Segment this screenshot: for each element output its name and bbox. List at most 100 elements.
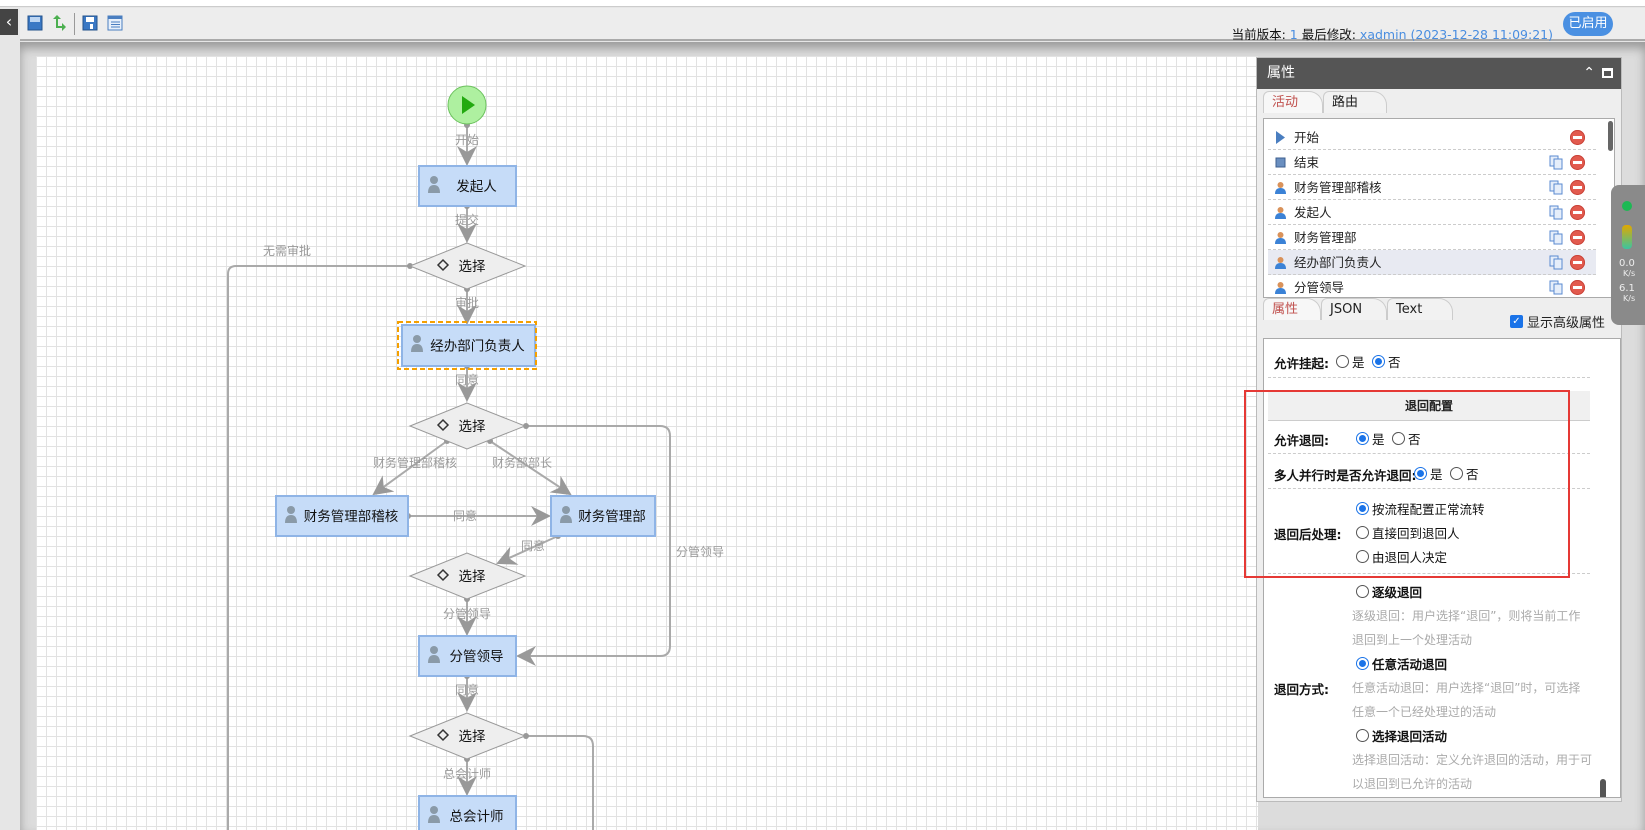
- collapse-icon[interactable]: ⌃: [1583, 58, 1595, 89]
- node-label: 分管领导: [450, 649, 504, 665]
- activity-node-dept-head[interactable]: 经办部门负责人: [401, 324, 536, 367]
- activity-node-finance-audit[interactable]: 财务管理部稽核: [275, 495, 409, 537]
- allow-suspend-no[interactable]: 否: [1372, 352, 1401, 371]
- radio[interactable]: [1356, 585, 1369, 598]
- radio[interactable]: [1356, 729, 1369, 742]
- node-label: 财务管理部: [578, 509, 646, 525]
- user-icon: [1275, 257, 1286, 269]
- copy-icon[interactable]: [1549, 205, 1564, 220]
- edge-label: 同意: [453, 508, 477, 523]
- collapse-sidebar-button[interactable]: ‹: [0, 9, 18, 35]
- tab-json[interactable]: JSON: [1321, 298, 1387, 320]
- activity-node-finance[interactable]: 财务管理部: [550, 495, 656, 537]
- tab-routes[interactable]: 路由: [1323, 91, 1387, 113]
- version-info: 当前版本: 1 最后修改: xadmin (2023-12-28 11:09:2…: [1232, 24, 1553, 43]
- option-label: 任意活动退回: [1372, 657, 1448, 672]
- panel-header: 属性 ⌃: [1257, 58, 1621, 89]
- radio[interactable]: [1356, 657, 1369, 670]
- remove-icon[interactable]: [1570, 155, 1585, 170]
- publish-icon[interactable]: [51, 15, 67, 31]
- choice-gateway[interactable]: 选择: [408, 552, 527, 600]
- copy-icon[interactable]: [1549, 280, 1564, 295]
- activity-node-initiator[interactable]: 发起人: [418, 165, 517, 207]
- user-icon: [1275, 282, 1286, 294]
- choice-gateway[interactable]: 选择: [408, 242, 527, 290]
- radio[interactable]: [1372, 355, 1385, 368]
- activity-list-item[interactable]: 开始: [1268, 125, 1596, 150]
- save-as-icon[interactable]: [82, 15, 98, 31]
- tab-text[interactable]: Text: [1387, 298, 1453, 320]
- return-mode-label: 退回方式:: [1274, 682, 1329, 697]
- tab-properties[interactable]: 属性: [1263, 298, 1321, 320]
- edge-label: 同意: [455, 682, 479, 697]
- edge-no-approval[interactable]: [227, 265, 410, 830]
- remove-icon[interactable]: [1570, 280, 1585, 295]
- remove-icon[interactable]: [1570, 180, 1585, 195]
- remove-icon[interactable]: [1570, 130, 1585, 145]
- node-label: 经办部门负责人: [430, 339, 525, 355]
- return-mode-option[interactable]: 逐级退回: [1356, 582, 1422, 601]
- edge-label: 财务管理部稽核: [373, 455, 457, 470]
- copy-icon[interactable]: [1549, 230, 1564, 245]
- modified-by: xadmin: [1359, 27, 1407, 42]
- list-icon[interactable]: [107, 15, 123, 31]
- version-number: 1: [1289, 27, 1298, 42]
- copy-icon[interactable]: [1549, 155, 1564, 170]
- node-label: 财务管理部稽核: [304, 509, 399, 525]
- allow-suspend-yes[interactable]: 是: [1336, 352, 1365, 371]
- toolbar-separator: [74, 13, 75, 35]
- user-icon: [1275, 232, 1286, 244]
- remove-icon[interactable]: [1570, 230, 1585, 245]
- activity-list-item[interactable]: 经办部门负责人: [1268, 250, 1596, 275]
- workflow-canvas[interactable]: 开始 提交 无需审批 审批 同意 财务管理部稽核 财务部部长 同意 同意 分管领…: [36, 56, 1258, 830]
- activity-node-leader[interactable]: 分管领导: [418, 635, 517, 677]
- scrollbar[interactable]: [1600, 779, 1606, 797]
- choice-gateway[interactable]: 选择: [408, 402, 527, 450]
- node-label: 总会计师: [450, 809, 504, 825]
- activity-name: 结束: [1294, 155, 1320, 170]
- activity-list: 开始结束财务管理部稽核 发起人 财务管理部 经办部门负责人 分管领导: [1263, 118, 1615, 298]
- show-advanced-checkbox[interactable]: ✓ 显示高级属性: [1510, 312, 1605, 331]
- save-icon[interactable]: [27, 15, 43, 31]
- option-label: 逐级退回: [1372, 585, 1423, 600]
- workflow-diagram[interactable]: 开始 提交 无需审批 审批 同意 财务管理部稽核 财务部部长 同意 同意 分管领…: [36, 56, 1258, 830]
- radio[interactable]: [1336, 355, 1349, 368]
- status-dot-icon: [1622, 201, 1632, 211]
- return-mode-option[interactable]: 任意活动退回: [1356, 654, 1447, 673]
- option-description: 选择退回活动：定义允许退回的活动，用于可: [1352, 753, 1593, 767]
- edge-label: 审批: [455, 295, 479, 310]
- option-description: 任意活动退回：用户选择“退回”时，可选择: [1352, 681, 1581, 695]
- option-description: 逐级退回：用户选择“退回”，则将当前工作: [1352, 609, 1581, 623]
- copy-icon[interactable]: [1549, 180, 1564, 195]
- activity-list-item[interactable]: 发起人: [1268, 200, 1596, 225]
- maximize-icon[interactable]: [1602, 68, 1613, 78]
- checkbox[interactable]: ✓: [1510, 315, 1523, 328]
- allow-suspend-label: 允许挂起:: [1274, 356, 1329, 371]
- copy-icon[interactable]: [1549, 255, 1564, 270]
- status-enabled-button[interactable]: 已启用: [1563, 12, 1613, 36]
- highlight-box: [1244, 390, 1570, 578]
- activity-list-item[interactable]: 财务管理部稽核: [1268, 175, 1596, 200]
- option-description: 任意一个已经处理过的活动: [1352, 705, 1497, 719]
- edge-branch-right[interactable]: [526, 735, 594, 830]
- choice-gateway[interactable]: 选择: [408, 712, 527, 760]
- edge-label: 同意: [455, 372, 479, 387]
- tab-activities[interactable]: 活动: [1263, 91, 1323, 113]
- option-label: 是: [1352, 355, 1365, 370]
- user-icon: [1275, 207, 1286, 219]
- start-node[interactable]: [447, 85, 487, 125]
- remove-icon[interactable]: [1570, 255, 1585, 270]
- activity-list-item[interactable]: 结束: [1268, 150, 1596, 175]
- remove-icon[interactable]: [1570, 205, 1585, 220]
- activity-list-item[interactable]: 财务管理部: [1268, 225, 1596, 250]
- edge-label: 开始: [455, 133, 479, 147]
- return-mode-option[interactable]: 选择退回活动: [1356, 726, 1447, 745]
- node-label: 发起人: [456, 179, 497, 195]
- scrollbar[interactable]: [1608, 121, 1613, 151]
- edge-label: 提交: [455, 212, 479, 227]
- play-icon: [1276, 131, 1285, 144]
- activity-list-item[interactable]: 分管领导: [1268, 275, 1596, 297]
- activity-node-chief-accountant[interactable]: 总会计师: [418, 795, 517, 830]
- option-description: 退回到上一个处理活动: [1352, 633, 1473, 647]
- download-speed: 6.1: [1619, 283, 1635, 294]
